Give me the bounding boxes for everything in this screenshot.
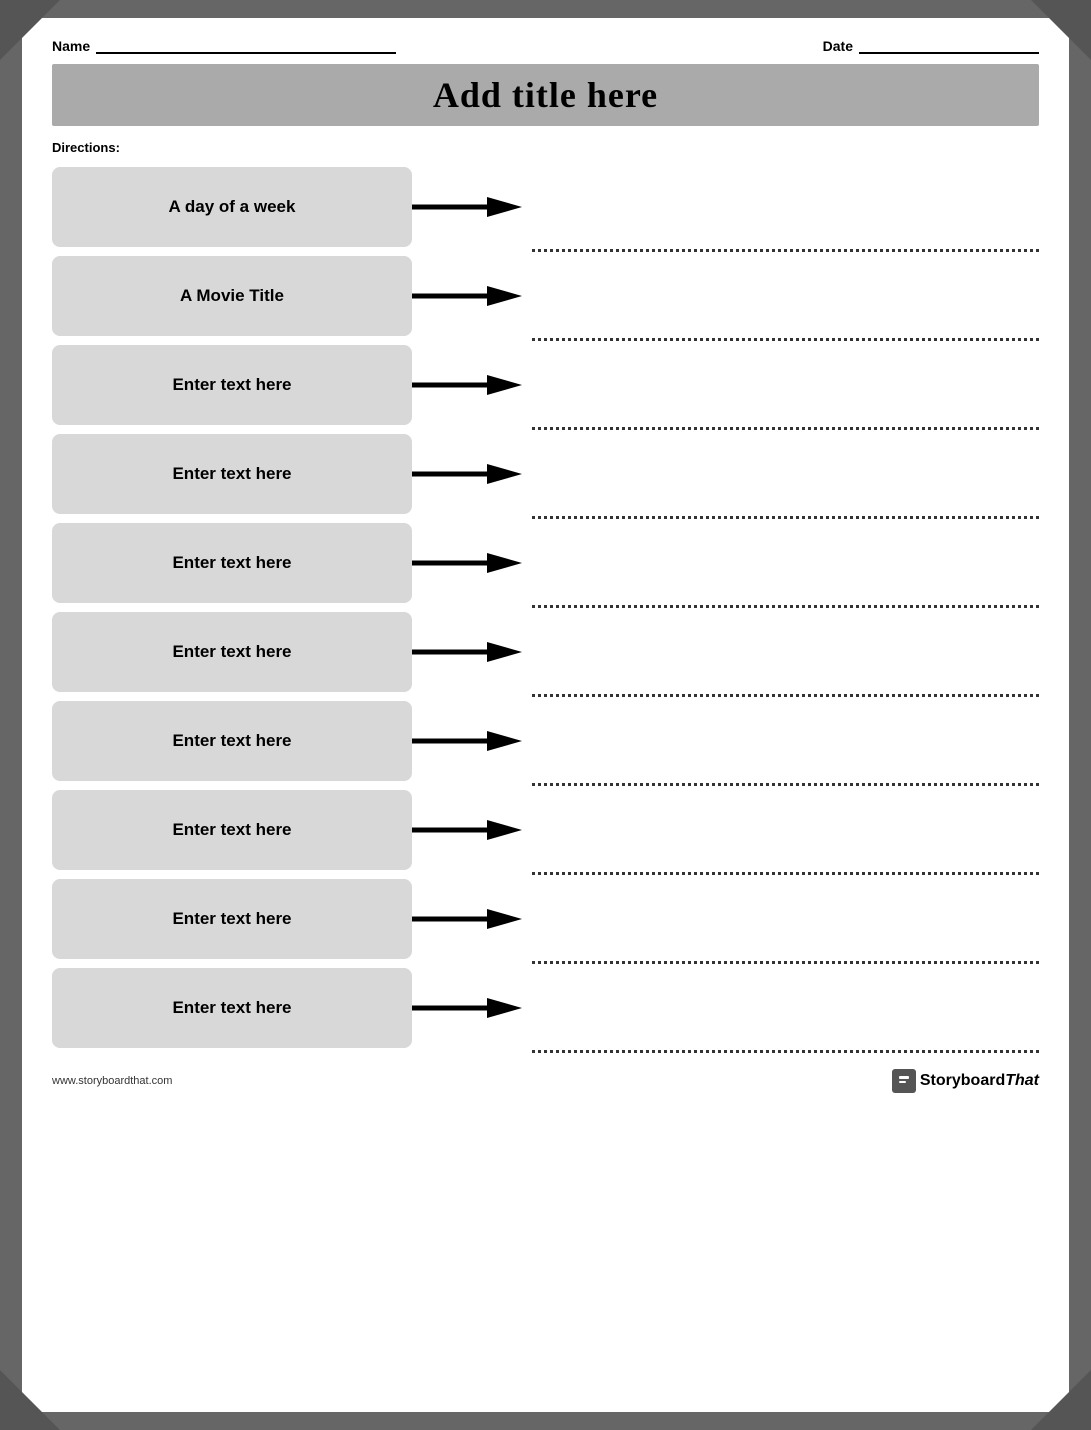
footer: www.storyboardthat.com StoryboardThat	[52, 1065, 1039, 1093]
match-row: Enter text here	[52, 612, 1039, 701]
arrow-container	[412, 815, 532, 845]
logo-text: StoryboardThat	[920, 1072, 1039, 1090]
match-row: Enter text here	[52, 434, 1039, 523]
answer-line-row	[52, 249, 1039, 252]
arrow-container	[412, 192, 532, 222]
match-content: Enter text here	[52, 701, 1039, 781]
arrow-container	[412, 281, 532, 311]
rows-container: A day of a week A Movie Title	[52, 167, 1039, 1057]
answer-line-row	[52, 872, 1039, 875]
answer-line-row	[52, 605, 1039, 608]
term-box[interactable]: Enter text here	[52, 701, 412, 781]
answer-line-row	[52, 1050, 1039, 1053]
page-wrapper: Name Date Add title here Directions: A d…	[0, 0, 1091, 1430]
match-row: Enter text here	[52, 790, 1039, 879]
match-row: Enter text here	[52, 345, 1039, 434]
answer-line-row	[52, 427, 1039, 430]
match-content: Enter text here	[52, 968, 1039, 1048]
answer-line-row	[52, 694, 1039, 697]
match-row: Enter text here	[52, 968, 1039, 1057]
match-content: Enter text here	[52, 879, 1039, 959]
dotted-answer-line[interactable]	[532, 249, 1039, 252]
date-label: Date	[823, 38, 853, 54]
dotted-answer-line[interactable]	[532, 338, 1039, 341]
arrow-container	[412, 637, 532, 667]
arrow-container	[412, 459, 532, 489]
arrow-container	[412, 548, 532, 578]
logo-icon	[892, 1069, 916, 1093]
term-box[interactable]: Enter text here	[52, 968, 412, 1048]
term-box[interactable]: Enter text here	[52, 790, 412, 870]
dotted-answer-line[interactable]	[532, 694, 1039, 697]
answer-line-row	[52, 961, 1039, 964]
term-box[interactable]: Enter text here	[52, 879, 412, 959]
term-box[interactable]: Enter text here	[52, 612, 412, 692]
answer-line-row	[52, 338, 1039, 341]
dotted-answer-line[interactable]	[532, 516, 1039, 519]
page-title[interactable]: Add title here	[52, 74, 1039, 116]
footer-url: www.storyboardthat.com	[52, 1075, 172, 1087]
date-line	[859, 52, 1039, 54]
term-box[interactable]: Enter text here	[52, 523, 412, 603]
term-box[interactable]: A day of a week	[52, 167, 412, 247]
arrow-container	[412, 993, 532, 1023]
name-label: Name	[52, 38, 90, 54]
match-content: A Movie Title	[52, 256, 1039, 336]
arrow-container	[412, 904, 532, 934]
main-sheet: Name Date Add title here Directions: A d…	[22, 18, 1069, 1412]
arrow-container	[412, 370, 532, 400]
term-box[interactable]: Enter text here	[52, 345, 412, 425]
dotted-answer-line[interactable]	[532, 427, 1039, 430]
directions-label: Directions:	[52, 140, 1039, 155]
arrow-container	[412, 726, 532, 756]
match-row: Enter text here	[52, 701, 1039, 790]
match-content: Enter text here	[52, 345, 1039, 425]
match-content: Enter text here	[52, 523, 1039, 603]
dotted-answer-line[interactable]	[532, 872, 1039, 875]
term-box[interactable]: Enter text here	[52, 434, 412, 514]
match-content: A day of a week	[52, 167, 1039, 247]
dotted-answer-line[interactable]	[532, 961, 1039, 964]
dotted-answer-line[interactable]	[532, 783, 1039, 786]
match-row: Enter text here	[52, 523, 1039, 612]
match-content: Enter text here	[52, 790, 1039, 870]
answer-line-row	[52, 516, 1039, 519]
date-field: Date	[823, 38, 1039, 54]
term-box[interactable]: A Movie Title	[52, 256, 412, 336]
title-bar: Add title here	[52, 64, 1039, 126]
name-field: Name	[52, 38, 396, 54]
footer-logo: StoryboardThat	[892, 1069, 1039, 1093]
match-content: Enter text here	[52, 434, 1039, 514]
header-row: Name Date	[52, 38, 1039, 54]
dotted-answer-line[interactable]	[532, 605, 1039, 608]
dotted-answer-line[interactable]	[532, 1050, 1039, 1053]
match-row: Enter text here	[52, 879, 1039, 968]
match-row: A Movie Title	[52, 256, 1039, 345]
answer-line-row	[52, 783, 1039, 786]
match-row: A day of a week	[52, 167, 1039, 256]
match-content: Enter text here	[52, 612, 1039, 692]
name-line	[96, 52, 396, 54]
